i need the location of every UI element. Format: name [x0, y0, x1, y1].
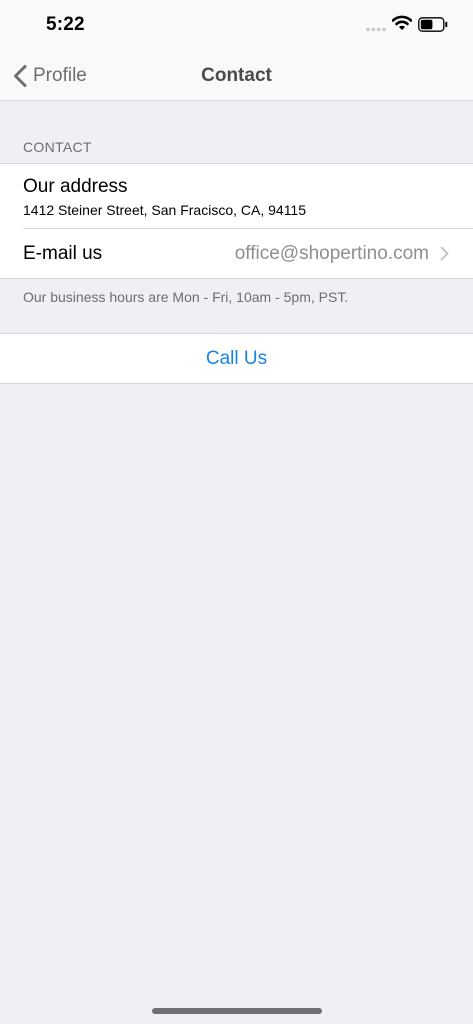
battery-icon	[418, 17, 448, 32]
section-header-contact: CONTACT	[23, 139, 92, 155]
signal-icon	[366, 27, 386, 32]
status-time: 5:22	[46, 14, 85, 35]
address-value: 1412 Steiner Street, San Fracisco, CA, 9…	[23, 202, 307, 218]
email-value: office@shopertino.com	[234, 243, 429, 264]
status-bar: 5:22	[0, 0, 473, 50]
navigation-bar: Profile Contact	[0, 50, 473, 101]
address-row: Our address 1412 Steiner Street, San Fra…	[0, 164, 473, 228]
page-title: Contact	[201, 65, 272, 86]
home-indicator[interactable]	[152, 1008, 322, 1014]
call-us-button[interactable]: Call Us	[0, 333, 473, 384]
email-row[interactable]: E-mail us office@shopertino.com	[0, 229, 473, 278]
business-hours-footer: Our business hours are Mon - Fri, 10am -…	[23, 289, 349, 305]
chevron-right-icon	[440, 246, 449, 261]
battery-fill	[420, 19, 433, 30]
call-us-label: Call Us	[205, 348, 268, 369]
address-title: Our address	[23, 176, 128, 197]
wifi-icon	[392, 15, 412, 30]
contact-group: Our address 1412 Steiner Street, San Fra…	[0, 163, 473, 279]
email-label: E-mail us	[23, 243, 103, 264]
